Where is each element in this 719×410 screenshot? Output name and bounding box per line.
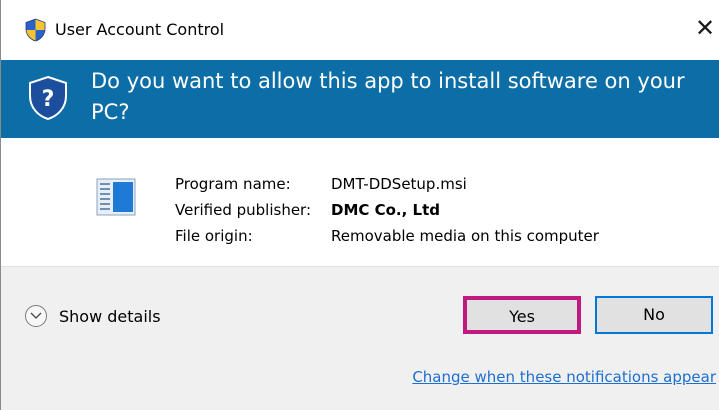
svg-text:?: ?	[42, 87, 55, 112]
show-details-toggle[interactable]: Show details	[25, 303, 161, 329]
uac-dialog: User Account Control ✕ ? Do you want to …	[0, 0, 719, 410]
question-shield-icon: ?	[29, 75, 67, 121]
change-notifications-link[interactable]: Change when these notifications appear	[412, 368, 716, 386]
program-name-value: DMT-DDSetup.msi	[331, 175, 467, 193]
publisher-row: Verified publisher: DMC Co., Ltd	[175, 197, 599, 223]
header-band: ? Do you want to allow this app to insta…	[1, 60, 719, 138]
program-name-row: Program name: DMT-DDSetup.msi	[175, 171, 599, 197]
publisher-label: Verified publisher:	[175, 201, 312, 219]
program-info: Program name: DMT-DDSetup.msi Verified p…	[175, 171, 599, 249]
uac-question: Do you want to allow this app to install…	[91, 69, 685, 124]
dialog-footer: Show details Yes No Change when these no…	[1, 266, 719, 410]
no-button[interactable]: No	[595, 296, 713, 334]
show-details-label[interactable]: Show details	[59, 307, 161, 326]
window-title: User Account Control	[55, 20, 225, 39]
close-button[interactable]: ✕	[690, 8, 719, 48]
yes-button[interactable]: Yes	[463, 296, 581, 334]
file-origin-row: File origin: Removable media on this com…	[175, 223, 599, 249]
publisher-value: DMC Co., Ltd	[331, 201, 441, 219]
chevron-down-icon[interactable]	[25, 305, 47, 327]
file-origin-value: Removable media on this computer	[331, 227, 599, 245]
title-bar: User Account Control ✕	[1, 0, 719, 60]
program-info-area: Program name: DMT-DDSetup.msi Verified p…	[1, 138, 719, 266]
installer-package-icon	[96, 178, 136, 216]
uac-shield-icon	[25, 18, 46, 42]
program-name-label: Program name:	[175, 175, 291, 193]
file-origin-label: File origin:	[175, 227, 253, 245]
